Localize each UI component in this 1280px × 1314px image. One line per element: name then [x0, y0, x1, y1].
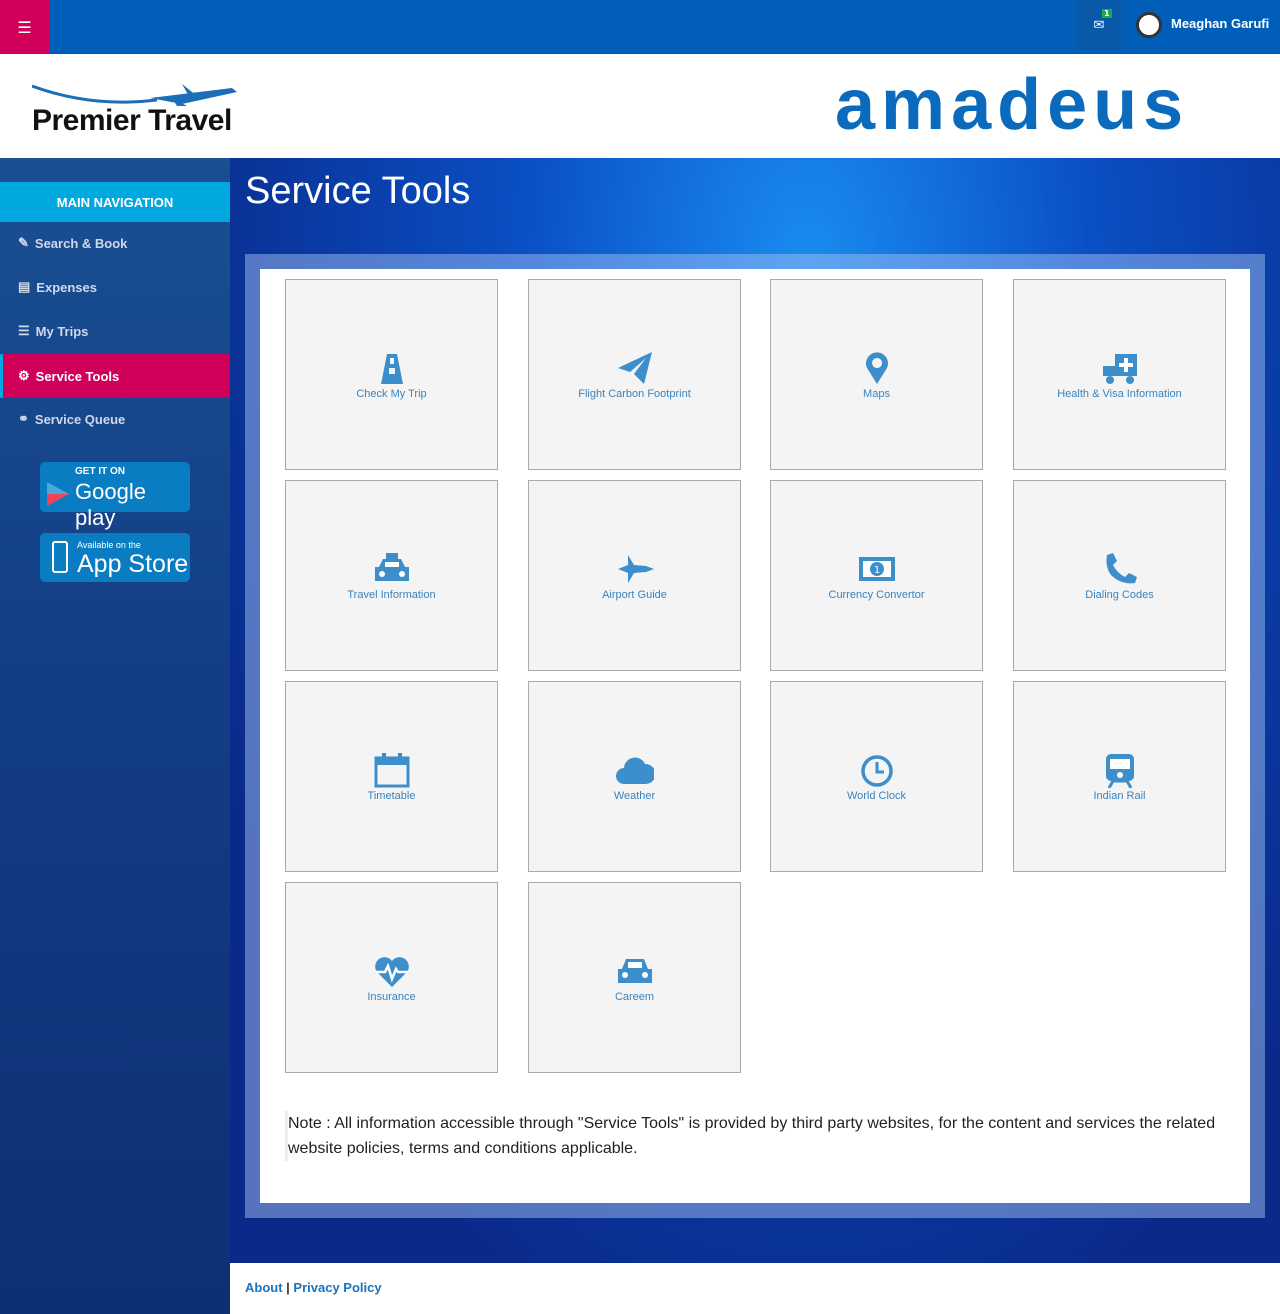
car-icon: [617, 958, 652, 983]
tile-label: Flight Carbon Footprint: [578, 387, 691, 400]
tool-tile-currency-convertor[interactable]: 1 Currency Convertor: [770, 480, 983, 671]
tile-label: Weather: [613, 789, 656, 802]
tool-tile-insurance[interactable]: Insurance: [285, 882, 498, 1073]
sidebar-item-label: My Trips: [35, 323, 89, 339]
sidebar-item-label: Service Tools: [35, 368, 120, 384]
sidebar-item-label: Expenses: [36, 279, 97, 295]
money-icon: ▤: [18, 279, 31, 294]
header: Premier Travel amadeus: [0, 54, 1280, 158]
user-name[interactable]: Meaghan Garufi: [1171, 16, 1269, 31]
sidebar-item-label: Service Queue: [34, 411, 126, 427]
tile-label: Airport Guide: [602, 588, 667, 601]
brand-logo: Premier Travel: [32, 104, 232, 137]
list-icon: ☰: [18, 323, 30, 338]
tile-label: Timetable: [367, 789, 416, 802]
cogs-icon: ⚙: [18, 368, 30, 383]
sidebar-item-service-queue[interactable]: ⚭ Service Queue: [0, 397, 230, 441]
road-icon: [380, 353, 403, 384]
tool-tile-timetable[interactable]: Timetable: [285, 681, 498, 872]
clock-icon: [860, 754, 893, 787]
google-play-small: GET IT ON: [75, 466, 125, 477]
footer-separator: |: [282, 1280, 294, 1295]
google-play-big: Google play: [75, 479, 146, 530]
tile-label: Dialing Codes: [1085, 588, 1154, 601]
svg-text:1: 1: [873, 565, 879, 576]
tool-tile-indian-rail[interactable]: Indian Rail: [1013, 681, 1226, 872]
tools-panel: Note : All information accessible throug…: [260, 269, 1250, 1203]
tile-label: Maps: [863, 387, 890, 400]
disclaimer-note: Note : All information accessible throug…: [285, 1111, 1235, 1161]
play-store-icon: [47, 482, 69, 506]
phone-device-icon: [52, 541, 68, 573]
footer: About | Privacy Policy: [230, 1263, 1280, 1314]
main-content: Service Tools Note : All information acc…: [230, 158, 1280, 1263]
amadeus-logo: amadeus: [835, 65, 1190, 145]
tool-tile-flight-carbon-footprint[interactable]: Flight Carbon Footprint: [528, 279, 741, 470]
tile-label: Travel Information: [347, 588, 436, 601]
taxi-icon: [374, 552, 409, 581]
ambulance-icon: [1102, 353, 1137, 384]
tile-label: Careem: [614, 990, 655, 1003]
sidebar-item-my-trips[interactable]: ☰ My Trips: [0, 309, 230, 353]
paper-plane-icon: [617, 351, 652, 384]
hamburger-icon[interactable]: ☰: [0, 0, 49, 54]
cloud-icon: [615, 757, 654, 784]
top-bar: ☰ ✉ 1 Meaghan Garufi: [0, 0, 1280, 54]
about-link[interactable]: About: [245, 1280, 283, 1295]
tile-label: Check My Trip: [356, 387, 427, 400]
tool-tile-dialing-codes[interactable]: Dialing Codes: [1013, 480, 1226, 671]
tool-tile-careem[interactable]: Careem: [528, 882, 741, 1073]
sidebar-item-expenses[interactable]: ▤ Expenses: [0, 265, 230, 309]
sidebar-item-service-tools[interactable]: ⚙ Service Tools: [0, 354, 230, 398]
sidebar-item-search-book[interactable]: ✎ Search & Book: [0, 221, 230, 265]
tile-label: Health & Visa Information: [1057, 387, 1182, 400]
google-play-button[interactable]: GET IT ON Google play: [40, 462, 190, 530]
calendar-icon: [374, 752, 409, 787]
tool-tile-health-visa-information[interactable]: Health & Visa Information: [1013, 279, 1226, 470]
tile-label: Insurance: [367, 990, 416, 1003]
tile-label: World Clock: [846, 789, 907, 802]
mail-badge: 1: [1102, 9, 1112, 18]
phone-icon: [1106, 552, 1137, 583]
heartbeat-icon: [374, 956, 409, 987]
app-store-small: Available on the: [77, 540, 141, 550]
page-title: Service Tools: [245, 170, 471, 212]
tools-frame: Note : All information accessible throug…: [245, 254, 1265, 1218]
tile-label: Currency Convertor: [828, 588, 925, 601]
app-store-big: App Store: [77, 550, 189, 578]
sidebar-item-label: Search & Book: [34, 235, 128, 251]
tile-label: Indian Rail: [1093, 789, 1146, 802]
train-icon: [1105, 753, 1134, 788]
fighter-jet-icon: [617, 554, 654, 583]
privacy-policy-link[interactable]: Privacy Policy: [293, 1280, 381, 1295]
handshake-icon: ⚭: [18, 411, 29, 426]
edit-icon: ✎: [18, 235, 29, 250]
tool-tile-world-clock[interactable]: World Clock: [770, 681, 983, 872]
envelope-icon: ✉: [1093, 17, 1105, 33]
app-store-button[interactable]: Available on the App Store: [40, 533, 190, 582]
money-icon: 1: [858, 556, 895, 581]
mail-button[interactable]: ✉ 1: [1077, 0, 1121, 50]
map-marker-icon: [865, 351, 888, 384]
tool-tile-weather[interactable]: Weather: [528, 681, 741, 872]
tool-tile-airport-guide[interactable]: Airport Guide: [528, 480, 741, 671]
avatar[interactable]: [1136, 12, 1162, 38]
nav-heading: MAIN NAVIGATION: [0, 182, 230, 222]
tool-tile-check-my-trip[interactable]: Check My Trip: [285, 279, 498, 470]
sidebar: MAIN NAVIGATION ✎ Search & Book ▤ Expenses…: [0, 158, 230, 1314]
tool-tile-travel-information[interactable]: Travel Information: [285, 480, 498, 671]
tool-tile-maps[interactable]: Maps: [770, 279, 983, 470]
